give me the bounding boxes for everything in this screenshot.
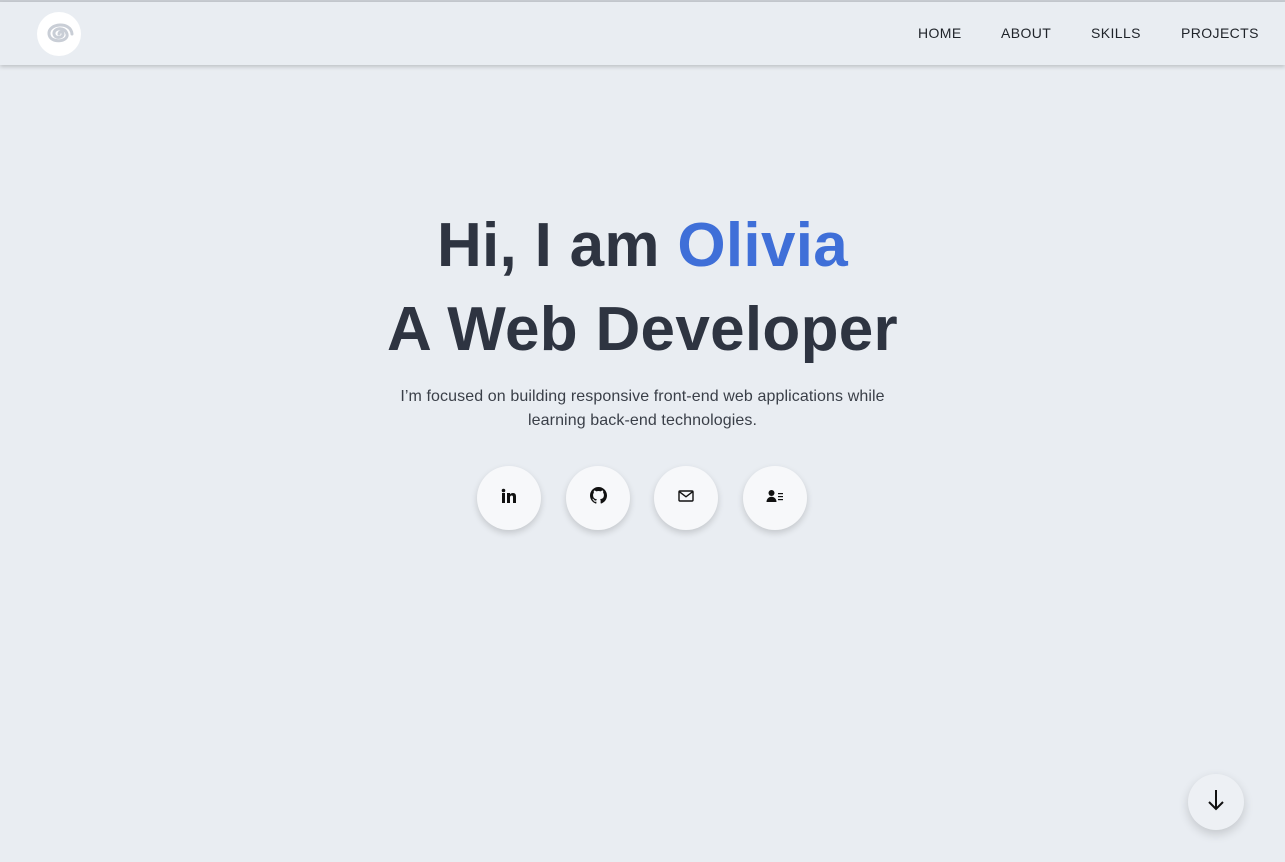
email-button[interactable] [654,466,718,530]
hero-greeting: Hi, I am Olivia [0,215,1285,277]
github-icon [589,487,607,509]
developer-name: Olivia [677,211,849,280]
arrow-down-icon [1206,788,1226,817]
contact-card-button[interactable] [743,466,807,530]
top-navigation-bar: HOME ABOUT SKILLS PROJECTS [0,2,1285,65]
linkedin-icon [501,488,517,509]
nav-about-link[interactable]: ABOUT [1001,25,1051,41]
scroll-down-button[interactable] [1188,774,1244,830]
nav-projects-link[interactable]: PROJECTS [1181,25,1259,41]
contact-card-icon [766,489,784,508]
hero-section: Hi, I am Olivia A Web Developer I’m focu… [0,0,1285,862]
email-icon [678,489,694,507]
spiral-logo-icon[interactable] [36,11,82,57]
hero-description: I’m focused on building responsive front… [400,388,885,429]
github-button[interactable] [566,466,630,530]
nav-home-link[interactable]: HOME [918,25,962,41]
greeting-prefix: Hi, I am [436,211,678,280]
linkedin-button[interactable] [477,466,541,530]
hero-role: A Web Developer [387,295,898,364]
nav-skills-link[interactable]: SKILLS [1091,25,1141,41]
